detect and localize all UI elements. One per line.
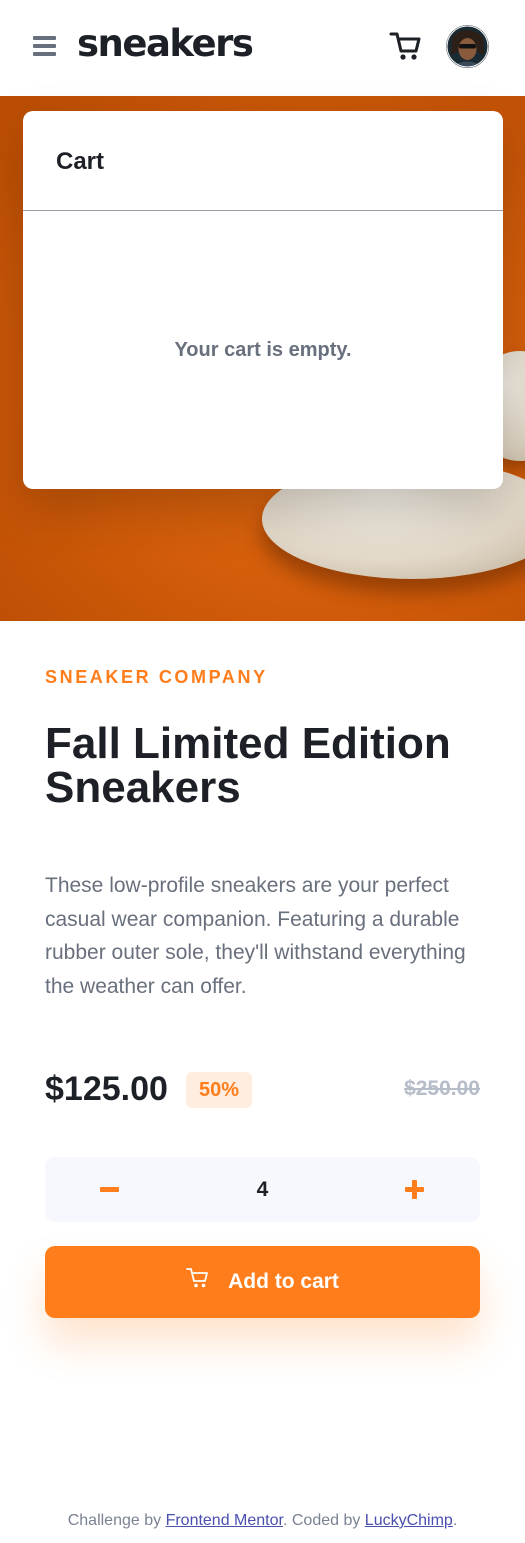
cart-popover: Cart Your cart is empty. xyxy=(23,111,503,489)
hamburger-menu-icon[interactable] xyxy=(33,36,56,57)
author-link[interactable]: LuckyChimp xyxy=(365,1512,453,1529)
plus-icon[interactable] xyxy=(390,1157,440,1222)
cart-title: Cart xyxy=(56,148,105,175)
cart-empty-message: Your cart is empty. xyxy=(174,339,352,361)
footer-middle: . Coded by xyxy=(282,1512,365,1529)
minus-icon[interactable] xyxy=(85,1157,135,1222)
footer-prefix: Challenge by xyxy=(67,1512,166,1529)
cart-icon xyxy=(186,1268,208,1288)
add-to-cart-label: Add to cart xyxy=(228,1270,339,1293)
cart-divider xyxy=(23,210,503,211)
quantity-stepper: 4 xyxy=(45,1157,480,1222)
current-price: $125.00 xyxy=(45,1070,168,1108)
product-title: Fall Limited Edition Sneakers xyxy=(45,719,451,812)
company-name: SNEAKER COMPANY xyxy=(45,667,268,687)
site-logo[interactable]: sneakers xyxy=(77,22,254,65)
frontend-mentor-link[interactable]: Frontend Mentor xyxy=(166,1512,283,1529)
attribution-footer: Challenge by Frontend Mentor. Coded by L… xyxy=(0,1512,525,1530)
avatar[interactable] xyxy=(446,25,489,68)
discount-badge: 50% xyxy=(186,1072,252,1108)
footer-suffix: . xyxy=(452,1512,458,1529)
add-to-cart-button[interactable]: Add to cart xyxy=(45,1246,480,1318)
original-price: $250.00 xyxy=(404,1077,480,1100)
cart-icon[interactable] xyxy=(389,30,423,62)
site-header: sneakers xyxy=(0,0,525,96)
product-description: These low-profile sneakers are your perf… xyxy=(45,874,466,998)
